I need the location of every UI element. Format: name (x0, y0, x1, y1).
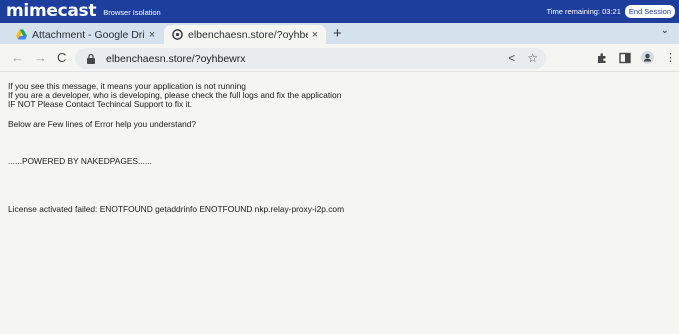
tab-label: Attachment - Google Drive (32, 28, 145, 41)
page-content: If you see this message, it means your a… (0, 73, 679, 334)
tab-active-site[interactable]: elbenchaesn.store/?oyhbewrx × (164, 25, 326, 44)
star-icon[interactable]: ☆ (527, 51, 538, 65)
share-icon[interactable]: < (508, 51, 515, 65)
lock-icon[interactable] (86, 53, 96, 64)
chevron-down-icon[interactable]: ⌄ (661, 25, 669, 36)
toolbar-icons: ⋮ (595, 51, 677, 64)
back-arrow-icon[interactable]: ← (11, 50, 24, 65)
forward-arrow-icon[interactable]: → (34, 50, 47, 65)
extensions-icon[interactable] (595, 51, 608, 64)
session-controls: Time remaining: 03:21 End Session (547, 0, 675, 23)
license-error-text: License activated failed: ENOTFOUND geta… (8, 204, 345, 214)
new-tab-button[interactable]: + (333, 23, 342, 44)
globe-icon (172, 29, 183, 40)
time-remaining: Time remaining: 03:21 (546, 7, 621, 16)
tab-label: elbenchaesn.store/?oyhbewrx (188, 28, 308, 41)
mimecast-logo: mimecast (6, 1, 97, 21)
reload-icon[interactable]: C (57, 50, 66, 65)
close-icon[interactable]: × (145, 29, 159, 41)
browser-toolbar: ← → C elbenchaesn.store/?oyhbewrx < ☆ ⋮ (0, 44, 679, 72)
side-panel-icon[interactable] (618, 51, 631, 64)
address-bar[interactable]: elbenchaesn.store/?oyhbewrx < ☆ (75, 48, 546, 69)
message-line: Below are Few lines of Error help you un… (8, 119, 197, 129)
mimecast-banner: mimecast Browser Isolation Time remainin… (0, 0, 679, 23)
profile-avatar-icon[interactable] (641, 51, 654, 64)
tab-google-drive[interactable]: Attachment - Google Drive × (8, 25, 163, 44)
google-drive-icon (16, 29, 27, 40)
message-line: IF NOT Please Contact Techincal Support … (8, 99, 193, 109)
end-session-button[interactable]: End Session (624, 5, 675, 18)
close-icon[interactable]: × (308, 29, 322, 41)
menu-kebab-icon[interactable]: ⋮ (664, 51, 677, 64)
product-name: Browser Isolation (103, 8, 161, 17)
url-text[interactable]: elbenchaesn.store/?oyhbewrx (106, 53, 246, 65)
powered-by-text: ......POWERED BY NAKEDPAGES...... (8, 156, 152, 166)
